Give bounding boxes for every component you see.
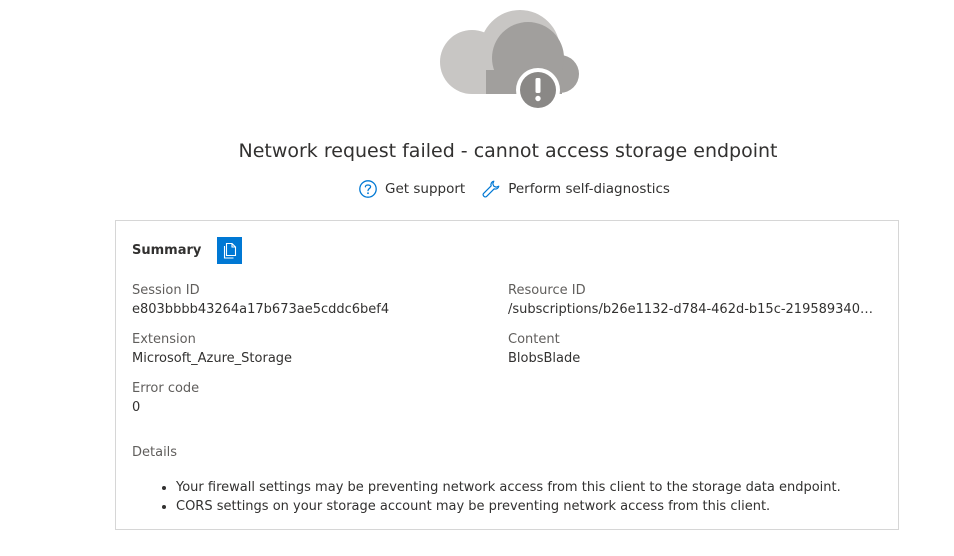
extension-value: Microsoft_Azure_Storage: [132, 351, 293, 366]
session-id-field: Session ID e803bbbb43264a17b673ae5cddc6b…: [132, 281, 482, 319]
error-code-field: Error code 0: [132, 379, 482, 417]
wrench-icon: [482, 180, 500, 198]
get-support-label: Get support: [385, 181, 466, 197]
help-circle-icon: [359, 180, 377, 198]
summary-header: Summary: [132, 237, 243, 264]
session-id-label: Session ID: [132, 283, 200, 298]
page-title: Network request failed - cannot access s…: [238, 140, 778, 162]
details-list: Your firewall settings may be preventing…: [160, 478, 841, 516]
error-code-value: 0: [132, 400, 141, 415]
copy-button[interactable]: [217, 237, 243, 264]
self-diagnostics-label: Perform self-diagnostics: [508, 181, 670, 197]
copy-icon: [223, 242, 236, 259]
error-page: Network request failed - cannot access s…: [0, 0, 954, 556]
error-code-label: Error code: [132, 381, 200, 396]
list-item: CORS settings on your storage account ma…: [176, 497, 841, 516]
details-label: Details: [132, 445, 178, 460]
resource-id-value: /subscriptions/b26e1132-d784-462d-b15c-2…: [508, 302, 878, 317]
get-support-link[interactable]: Get support: [358, 179, 465, 199]
summary-panel: Summary Session ID e803bbbb43264a17b673a…: [115, 220, 899, 530]
extension-label: Extension: [132, 332, 196, 347]
content-value: BlobsBlade: [508, 351, 581, 366]
content-label: Content: [508, 332, 560, 347]
resource-id-field: Resource ID /subscriptions/b26e1132-d784…: [508, 281, 878, 319]
cloud-warning-icon: [440, 10, 579, 112]
self-diagnostics-link[interactable]: Perform self-diagnostics: [481, 179, 670, 199]
resource-id-label: Resource ID: [508, 283, 586, 298]
content-field: Content BlobsBlade: [508, 330, 878, 368]
action-links: Get support Perform self-diagnostics: [358, 178, 670, 200]
session-id-value: e803bbbb43264a17b673ae5cddc6bef4: [132, 302, 390, 317]
extension-field: Extension Microsoft_Azure_Storage: [132, 330, 482, 368]
summary-label: Summary: [132, 243, 202, 258]
list-item: Your firewall settings may be preventing…: [176, 478, 841, 497]
